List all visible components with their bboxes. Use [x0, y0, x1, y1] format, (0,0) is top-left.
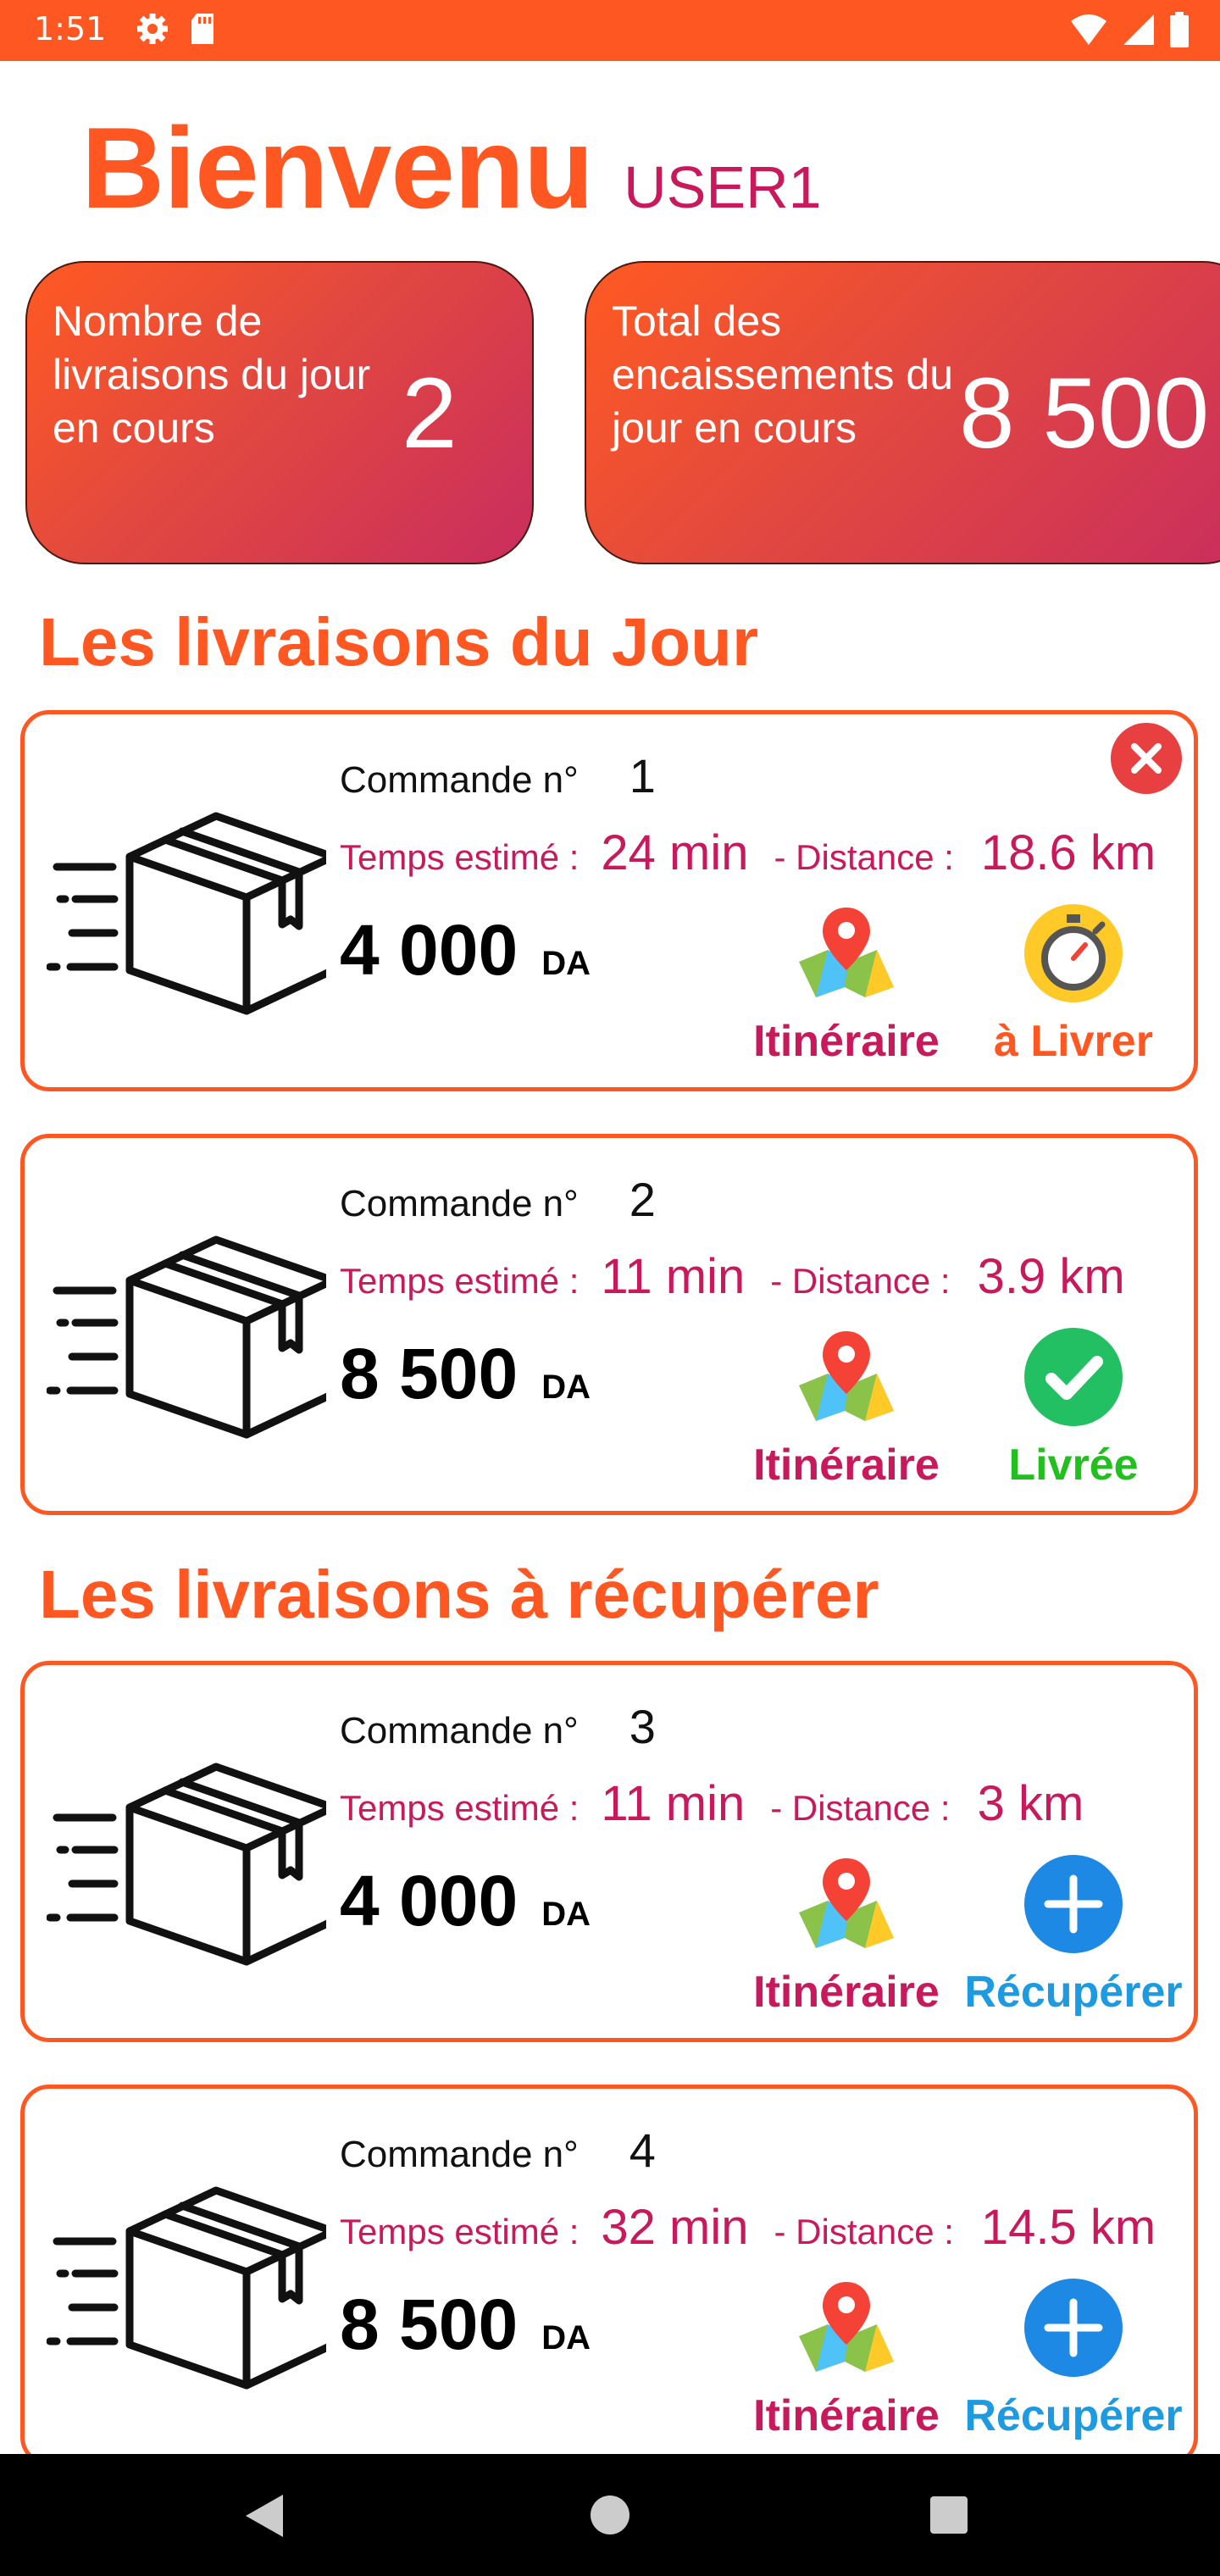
close-icon — [1131, 743, 1162, 774]
deliveries-count-label: Nombre de livraisons du jour en cours — [53, 297, 371, 452]
itinerary-label: Itinéraire — [753, 1968, 940, 2017]
section-title-pickup: Les livraisons à récupérer — [39, 1557, 879, 1632]
back-icon[interactable] — [242, 2493, 286, 2539]
order-label: Commande n° — [340, 2134, 579, 2175]
order-number: 3 — [629, 1700, 656, 1753]
welcome-title: Bienvenu — [81, 103, 594, 232]
itinerary-label: Itinéraire — [753, 1441, 940, 1490]
check-circle-icon — [1024, 1328, 1123, 1426]
itinerary-label: Itinéraire — [753, 1017, 940, 1066]
status-time: 1:51 — [34, 10, 107, 47]
deliveries-count-card[interactable]: Nombre de livraisons du jour en cours 2 — [25, 261, 534, 564]
itinerary-button[interactable]: Itinéraire — [736, 902, 957, 1067]
time-label: Temps estimé : — [340, 837, 580, 877]
status-bar: 1:51 — [0, 0, 1220, 61]
price-currency: DA — [541, 2319, 591, 2357]
price-amount: 8 500 — [340, 1334, 518, 1413]
order-label: Commande n° — [340, 1183, 579, 1224]
time-value: 24 min — [601, 825, 749, 880]
stopwatch-icon — [1024, 904, 1123, 1002]
pickup-card[interactable]: Commande n° 3 Temps estimé : 11 min - Di… — [20, 1661, 1198, 2042]
navigation-bar — [0, 2454, 1220, 2576]
plus-circle-icon — [1024, 1855, 1123, 1953]
distance-label: - Distance : — [774, 2212, 954, 2251]
time-label: Temps estimé : — [340, 2212, 580, 2251]
delivered-label: Livrée — [1008, 1441, 1139, 1490]
gear-icon — [137, 14, 168, 44]
signal-icon — [1123, 14, 1154, 45]
order-number: 1 — [629, 749, 656, 802]
order-label: Commande n° — [340, 1710, 579, 1752]
time-label: Temps estimé : — [340, 1261, 580, 1301]
wifi-icon — [1071, 14, 1106, 45]
delivery-card[interactable]: Commande n° 1 Temps estimé : 24 min - Di… — [20, 710, 1198, 1091]
time-value: 32 min — [601, 2200, 749, 2255]
itinerary-button[interactable]: Itinéraire — [736, 2277, 957, 2441]
distance-value: 18.6 km — [980, 825, 1156, 880]
order-label: Commande n° — [340, 759, 579, 801]
distance-label: - Distance : — [774, 837, 954, 877]
delivery-card[interactable]: Commande n° 2 Temps estimé : 11 min - Di… — [20, 1134, 1198, 1515]
distance-label: - Distance : — [770, 1788, 951, 1828]
time-value: 11 min — [601, 1249, 746, 1304]
package-icon — [47, 1763, 326, 1966]
to-deliver-button[interactable]: à Livrer — [963, 902, 1184, 1067]
price-amount: 4 000 — [340, 910, 518, 990]
username: USER1 — [624, 154, 822, 220]
map-pin-icon — [799, 1858, 894, 1948]
package-icon — [47, 812, 326, 1015]
recents-icon[interactable] — [929, 2495, 969, 2535]
to-deliver-label: à Livrer — [994, 1017, 1153, 1066]
cash-total-card[interactable]: Total des encaissements du jour en cours… — [585, 261, 1220, 564]
distance-value: 3 km — [977, 1776, 1084, 1831]
package-icon — [47, 1235, 326, 1439]
price-currency: DA — [541, 945, 591, 982]
map-pin-icon — [799, 2282, 894, 2372]
price-currency: DA — [541, 1896, 591, 1933]
package-icon — [47, 2186, 326, 2390]
distance-label: - Distance : — [770, 1261, 951, 1301]
order-number: 4 — [629, 2124, 656, 2177]
time-label: Temps estimé : — [340, 1788, 580, 1828]
pickup-label: Récupérer — [964, 2391, 1183, 2440]
delivered-button[interactable]: Livrée — [963, 1326, 1184, 1491]
time-value: 11 min — [601, 1776, 746, 1831]
pickup-card[interactable]: Commande n° 4 Temps estimé : 32 min - Di… — [20, 2085, 1198, 2466]
welcome-header: Bienvenu USER1 — [81, 102, 822, 234]
cash-total-label: Total des encaissements du jour en cours — [612, 297, 954, 452]
map-pin-icon — [799, 908, 894, 997]
plus-circle-icon — [1024, 2279, 1123, 2377]
price-amount: 8 500 — [340, 2285, 518, 2364]
home-icon[interactable] — [588, 2493, 632, 2537]
price-currency: DA — [541, 1368, 591, 1406]
battery-icon — [1170, 12, 1189, 47]
cash-total-value: 8 500 — [959, 358, 1210, 469]
order-number: 2 — [629, 1173, 656, 1226]
sd-card-icon — [191, 14, 214, 44]
distance-value: 14.5 km — [980, 2200, 1156, 2255]
section-title-today: Les livraisons du Jour — [39, 604, 759, 680]
pickup-button[interactable]: Récupérer — [963, 2277, 1184, 2441]
price-amount: 4 000 — [340, 1861, 518, 1940]
map-pin-icon — [799, 1331, 894, 1421]
pickup-button[interactable]: Récupérer — [963, 1853, 1184, 2018]
itinerary-button[interactable]: Itinéraire — [736, 1853, 957, 2018]
distance-value: 3.9 km — [977, 1249, 1125, 1304]
itinerary-label: Itinéraire — [753, 2391, 940, 2440]
cancel-delivery-button[interactable] — [1111, 723, 1182, 794]
pickup-label: Récupérer — [964, 1968, 1183, 2017]
itinerary-button[interactable]: Itinéraire — [736, 1326, 957, 1491]
deliveries-count-value: 2 — [402, 358, 458, 469]
